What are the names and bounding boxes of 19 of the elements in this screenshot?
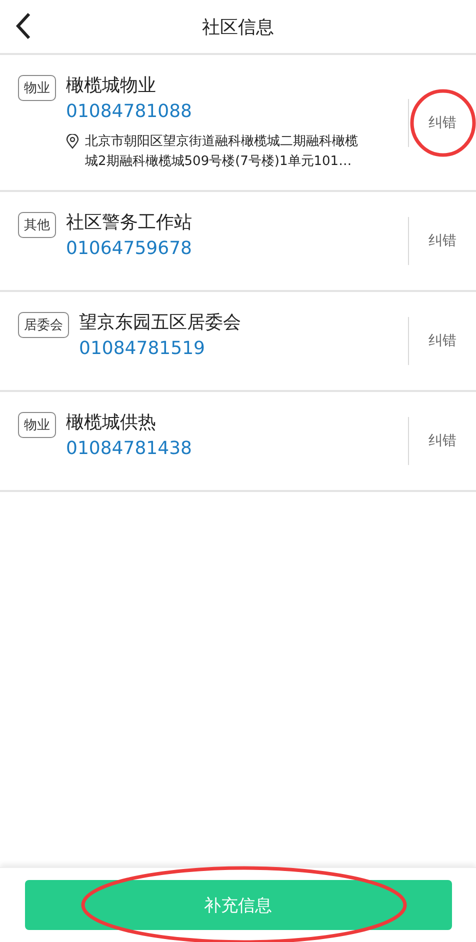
correction-button[interactable]: 纠错	[424, 426, 460, 456]
correction-button[interactable]: 纠错	[424, 226, 460, 256]
category-tag: 居委会	[18, 312, 69, 338]
entry-name: 望京东园五区居委会	[79, 311, 242, 334]
category-tag: 其他	[18, 212, 56, 238]
entry-name: 橄榄城物业	[66, 74, 157, 97]
back-icon[interactable]	[14, 12, 32, 40]
phone-link[interactable]: 01084781519	[79, 338, 408, 359]
entry-name: 橄榄城供热	[66, 411, 157, 434]
page-title: 社区信息	[202, 16, 274, 38]
entry-name: 社区警务工作站	[66, 211, 193, 234]
category-tag: 物业	[18, 412, 56, 438]
address-text: 北京市朝阳区望京街道融科橄榄城二期融科橄榄城2期融科橄榄城509号楼(7号楼)1单元101…	[85, 133, 359, 171]
category-tag: 物业	[18, 75, 56, 101]
phone-link[interactable]: 01064759678	[66, 238, 408, 259]
location-pin-icon	[66, 134, 79, 149]
phone-link[interactable]: 01084781088	[66, 101, 408, 122]
phone-link[interactable]: 01084781438	[66, 438, 408, 459]
correction-button[interactable]: 纠错	[424, 326, 460, 356]
